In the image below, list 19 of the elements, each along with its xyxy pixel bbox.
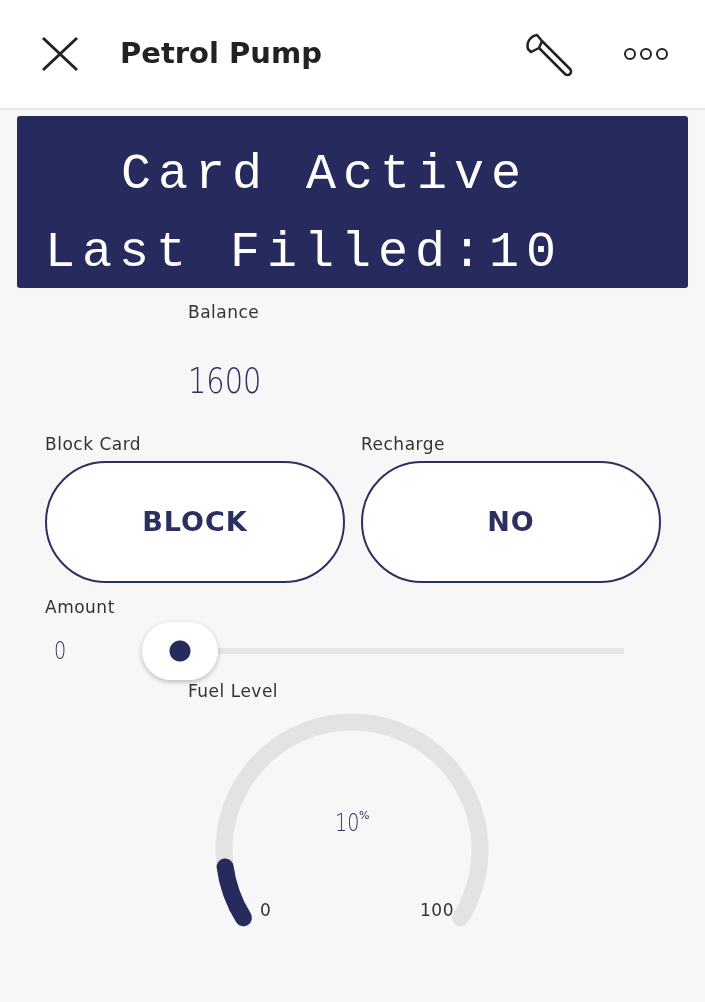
gauge-max: 100: [420, 899, 454, 922]
slider-thumb[interactable]: [142, 621, 218, 680]
fuel-level-label: Fuel Level: [188, 680, 279, 701]
toggle-button[interactable]: BLOCK: [45, 461, 345, 583]
close-icon[interactable]: [40, 36, 80, 72]
button-label: Recharge: [361, 432, 446, 456]
gauge-min: 0: [260, 899, 272, 922]
balance-value: 1600: [188, 358, 262, 403]
gauge-unit: %: [359, 808, 370, 822]
app-title: Petrol Pump: [120, 35, 322, 73]
toggle-button[interactable]: NO: [361, 461, 661, 583]
lcd-text-line: Card Active: [120, 145, 530, 205]
lcd-text-line: Last Filled:10: [45, 223, 565, 283]
balance-label: Balance: [188, 301, 261, 324]
amount-label: Amount: [45, 597, 115, 617]
button-label: Block Card: [45, 432, 143, 456]
amount-value: 0: [54, 635, 68, 667]
gauge-value: 10: [335, 808, 360, 839]
more-icon[interactable]: [623, 47, 669, 61]
